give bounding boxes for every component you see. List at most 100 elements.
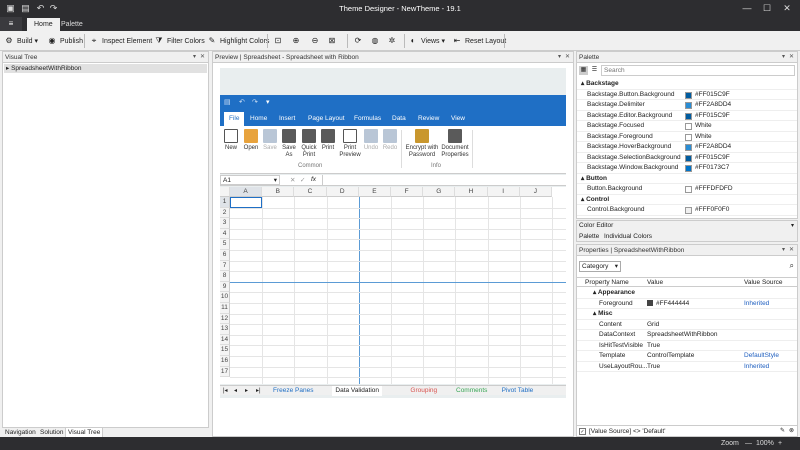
row-header[interactable]: 12 bbox=[220, 313, 230, 325]
select-all-corner[interactable] bbox=[220, 187, 230, 197]
property-row[interactable]: UseLayoutRou... True Inherited bbox=[577, 362, 797, 373]
views-button[interactable]: ◐ Views ▾ bbox=[408, 34, 445, 48]
palette-row[interactable]: Backstage.Window.Background #FF0173C7 bbox=[577, 163, 797, 174]
property-row[interactable]: Template ControlTemplate DefaultStyle bbox=[577, 351, 797, 362]
property-value[interactable]: SpreadsheetWithRibbon bbox=[647, 330, 717, 341]
enter-icon[interactable]: ✓ bbox=[300, 176, 305, 184]
color-swatch[interactable] bbox=[685, 91, 692, 99]
color-swatch[interactable] bbox=[685, 207, 692, 214]
zoom-out-icon[interactable]: — bbox=[745, 440, 752, 447]
row-header[interactable]: 6 bbox=[220, 250, 230, 261]
last-sheet-icon[interactable]: ▸| bbox=[256, 386, 261, 396]
formula-input[interactable] bbox=[322, 175, 566, 185]
ribbon-doc-properties-button[interactable]: Document Properties bbox=[440, 129, 470, 159]
ribbon-print-button[interactable]: Print bbox=[320, 129, 336, 152]
close-icon[interactable]: ✕ bbox=[780, 3, 794, 14]
palette-row[interactable]: Backstage.Editor.Background #FF015C9F bbox=[577, 111, 797, 121]
palette-row[interactable]: Button.Background #FFFDFDFD bbox=[577, 184, 797, 195]
category-dropdown[interactable]: Category ▾ bbox=[579, 261, 621, 272]
palette-row[interactable]: Backstage.Button.Background #FF015C9F bbox=[577, 90, 797, 100]
column-header[interactable]: B bbox=[262, 187, 295, 197]
palette-row[interactable]: Backstage.SelectionBackground #FF015C9F bbox=[577, 153, 797, 163]
category-view-icon[interactable]: ▦ bbox=[579, 66, 588, 75]
column-header[interactable]: J bbox=[519, 187, 552, 197]
color-swatch[interactable] bbox=[685, 102, 692, 109]
pin-icon[interactable]: ▾ bbox=[193, 52, 196, 63]
ribbon-open-button[interactable]: Open bbox=[242, 129, 260, 152]
ribbon-new-button[interactable]: New bbox=[223, 129, 239, 152]
sheet-tab[interactable]: Data Validation bbox=[332, 386, 382, 396]
palette-row[interactable]: Backstage.HoverBackground #FF2A8DD4 bbox=[577, 142, 797, 153]
prev-sheet-icon[interactable]: ◂ bbox=[234, 386, 237, 396]
palette-row[interactable]: Backstage.Foreground White bbox=[577, 132, 797, 142]
property-row[interactable]: DataContext SpreadsheetWithRibbon bbox=[577, 330, 797, 341]
color-swatch[interactable] bbox=[685, 165, 692, 172]
pin-icon[interactable]: ▾ bbox=[782, 52, 785, 63]
settings-button[interactable]: ✲ bbox=[387, 34, 400, 48]
ribbon-print-preview-button[interactable]: Print Preview bbox=[338, 129, 362, 159]
filter-colors-button[interactable]: ⧩ Filter Colors bbox=[154, 34, 204, 48]
ribbon-tab-review[interactable]: Review bbox=[413, 112, 444, 126]
property-row[interactable]: Content Grid bbox=[577, 320, 797, 330]
tab-palette[interactable]: Palette bbox=[54, 18, 90, 31]
color-swatch[interactable] bbox=[685, 112, 692, 120]
minimize-icon[interactable]: — bbox=[740, 3, 754, 14]
ribbon-redo-button[interactable]: Redo bbox=[382, 129, 398, 152]
palette-category[interactable]: ▴ Button bbox=[577, 174, 797, 184]
palette-category[interactable]: ▴ Backstage bbox=[577, 79, 797, 90]
column-header[interactable]: E bbox=[358, 187, 391, 197]
selected-cell[interactable] bbox=[230, 197, 263, 208]
next-sheet-icon[interactable]: ▸ bbox=[245, 386, 248, 396]
pin-icon[interactable]: ▾ bbox=[782, 245, 785, 256]
row-header[interactable]: 3 bbox=[220, 218, 230, 229]
property-value[interactable]: True bbox=[647, 362, 660, 373]
close-pane-icon[interactable]: ✕ bbox=[565, 52, 570, 63]
tab-color-palette[interactable]: Palette bbox=[579, 233, 599, 240]
list-view-icon[interactable]: ☰ bbox=[590, 66, 599, 75]
row-header[interactable]: 17 bbox=[220, 366, 230, 378]
row-header[interactable]: 13 bbox=[220, 324, 230, 335]
ribbon-encrypt-button[interactable]: Encrypt with Password bbox=[404, 129, 440, 159]
ribbon-tab-view[interactable]: View bbox=[446, 112, 470, 126]
theme-button[interactable]: ◍ bbox=[370, 34, 383, 48]
cancel-icon[interactable]: ✕ bbox=[290, 176, 295, 184]
ribbon-tab-formulas[interactable]: Formulas bbox=[349, 112, 386, 126]
color-swatch[interactable] bbox=[685, 133, 692, 141]
property-category[interactable]: ▴ Misc bbox=[577, 309, 797, 320]
ribbon-tab-insert[interactable]: Insert bbox=[274, 112, 300, 126]
column-header[interactable]: D bbox=[326, 187, 359, 197]
row-header[interactable]: 1 bbox=[220, 197, 230, 208]
row-header[interactable]: 16 bbox=[220, 356, 230, 367]
qa-undo-icon[interactable]: ↶ bbox=[239, 98, 245, 106]
close-pane-icon[interactable]: ✕ bbox=[789, 52, 794, 63]
palette-category[interactable]: ▴ Control bbox=[577, 195, 797, 205]
qa-save-icon[interactable]: ▤ bbox=[224, 98, 231, 106]
row-header[interactable]: 2 bbox=[220, 207, 230, 219]
maximize-icon[interactable]: ☐ bbox=[760, 3, 774, 14]
column-header[interactable]: F bbox=[391, 187, 424, 197]
zoom-value[interactable]: 100% bbox=[756, 440, 774, 447]
first-sheet-icon[interactable]: |◂ bbox=[223, 386, 228, 396]
filter-checkbox[interactable]: ✓ bbox=[579, 428, 586, 435]
column-header[interactable]: G bbox=[423, 187, 456, 197]
sheet-tab[interactable]: Comments bbox=[453, 386, 490, 396]
sheet-tab[interactable]: Freeze Panes bbox=[270, 386, 316, 396]
zoom-actual-button[interactable]: ⊠ bbox=[327, 34, 340, 48]
clear-filter-icon[interactable]: ⊗ bbox=[789, 426, 794, 437]
color-swatch[interactable] bbox=[647, 299, 653, 306]
col-value[interactable]: Value bbox=[647, 278, 663, 287]
reset-layout-button[interactable]: ⇤ Reset Layout bbox=[452, 34, 507, 48]
palette-row[interactable]: Control.Background #FFF0F0F0 bbox=[577, 205, 797, 216]
zoom-in-icon[interactable]: + bbox=[778, 440, 782, 447]
ribbon-tab-data[interactable]: Data bbox=[387, 112, 411, 126]
publish-button[interactable]: ◉ Publish bbox=[47, 34, 83, 48]
column-header[interactable]: A bbox=[230, 187, 263, 197]
sheet-tab[interactable]: Grouping bbox=[407, 386, 440, 396]
ribbon-undo-button[interactable]: Undo bbox=[363, 129, 379, 152]
property-row[interactable]: IsHitTestVisible True bbox=[577, 341, 797, 351]
col-property-name[interactable]: Property Name bbox=[585, 278, 629, 287]
row-header[interactable]: 11 bbox=[220, 303, 230, 314]
ribbon-tab-home[interactable]: Home bbox=[245, 112, 272, 126]
ribbon-tab-page-layout[interactable]: Page Layout bbox=[303, 112, 350, 126]
property-row[interactable]: Foreground #FF444444 Inherited bbox=[577, 299, 797, 309]
